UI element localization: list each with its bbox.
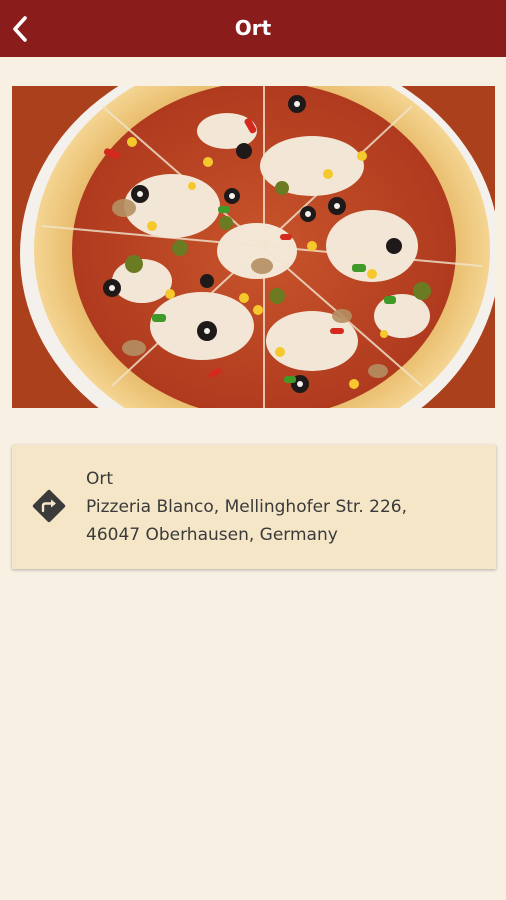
address-line-1: Pizzeria Blanco, Mellinghofer Str. 226, [86, 497, 407, 517]
directions-icon[interactable] [30, 487, 68, 525]
location-details: Ort Pizzeria Blanco, Mellinghofer Str. 2… [86, 465, 480, 549]
hero-pizza-image [12, 86, 495, 408]
address-line-2: 46047 Oberhausen, Germany [86, 525, 338, 545]
chevron-left-icon [13, 15, 27, 42]
top-app-bar: Ort [0, 0, 506, 57]
location-label: Ort [86, 469, 114, 489]
page-title: Ort [234, 16, 272, 40]
location-card[interactable]: Ort Pizzeria Blanco, Mellinghofer Str. 2… [12, 445, 496, 569]
back-button[interactable] [0, 0, 40, 57]
